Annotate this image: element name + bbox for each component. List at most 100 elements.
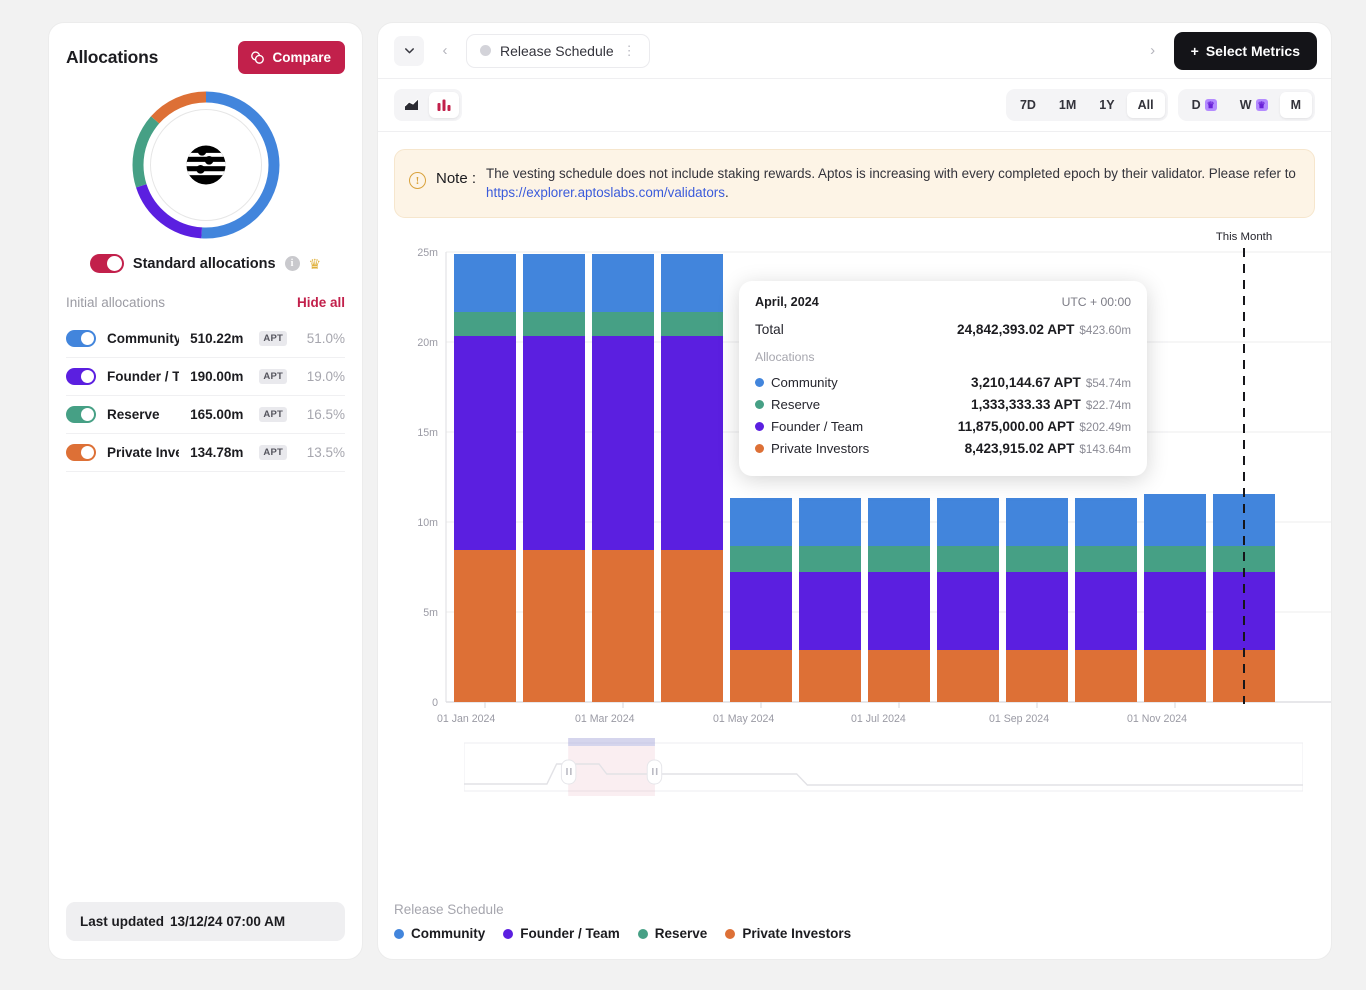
tooltip-usd: $22.74m bbox=[1086, 399, 1131, 412]
compare-button[interactable]: Compare bbox=[238, 41, 345, 74]
range-1y[interactable]: 1Y bbox=[1088, 92, 1125, 118]
bar-chart-icon[interactable] bbox=[429, 92, 459, 118]
bar-apr-2024 bbox=[661, 254, 723, 702]
chart-legend: Release Schedule Community Founder / Tea… bbox=[378, 896, 1331, 959]
legend-dot-founder bbox=[503, 929, 513, 939]
range-all[interactable]: All bbox=[1127, 92, 1165, 118]
note-text-before: The vesting schedule does not include st… bbox=[486, 166, 1296, 181]
timeline-range-slider[interactable] bbox=[464, 738, 1303, 796]
interval-w[interactable]: W ♛ bbox=[1229, 92, 1279, 118]
chart-canvas: 25m 20m 15m 10m 5m 0 bbox=[394, 218, 1315, 896]
standard-allocations-label: Standard allocations bbox=[133, 256, 276, 272]
legend-label: Private Investors bbox=[742, 926, 851, 941]
tooltip-total-row: Total 24,842,393.02 APT $423.60m bbox=[755, 322, 1131, 337]
tooltip-row-reserve: Reserve 1,333,333.33 APT $22.74m bbox=[755, 394, 1131, 416]
allocation-toggle-reserve[interactable] bbox=[66, 406, 96, 423]
bar-oct-2024 bbox=[1075, 498, 1137, 702]
tooltip-dot-reserve bbox=[755, 400, 764, 409]
note-text-after: . bbox=[725, 185, 729, 200]
chevron-right-icon[interactable]: › bbox=[1142, 38, 1164, 64]
interval-w-label: W bbox=[1240, 98, 1252, 112]
interval-d[interactable]: D ♛ bbox=[1181, 92, 1228, 118]
chevron-left-icon[interactable]: ‹ bbox=[434, 38, 456, 64]
chart-panel: ‹ Release Schedule ⋮ › + Select Metrics bbox=[377, 22, 1332, 960]
tooltip-total-label: Total bbox=[755, 322, 784, 337]
tooltip-allocations-label: Allocations bbox=[755, 350, 1131, 364]
area-chart-icon[interactable] bbox=[397, 92, 427, 118]
legend-item-private[interactable]: Private Investors bbox=[725, 926, 851, 941]
tooltip-total-usd: $423.60m bbox=[1079, 324, 1131, 337]
allocation-amount: 510.22m bbox=[190, 331, 243, 346]
page-title: Allocations bbox=[66, 47, 158, 68]
interval-m[interactable]: M bbox=[1280, 92, 1312, 118]
compare-label: Compare bbox=[272, 50, 331, 65]
allocation-toggle-private[interactable] bbox=[66, 444, 96, 461]
tab-release-schedule[interactable]: Release Schedule ⋮ bbox=[466, 34, 650, 68]
select-metrics-button[interactable]: + Select Metrics bbox=[1174, 32, 1317, 70]
legend-label: Reserve bbox=[655, 926, 708, 941]
tooltip-dot-community bbox=[755, 378, 764, 387]
legend-item-community[interactable]: Community bbox=[394, 926, 485, 941]
range-7d[interactable]: 7D bbox=[1009, 92, 1047, 118]
bar-feb-2024 bbox=[523, 254, 585, 702]
tooltip-name: Community bbox=[771, 375, 838, 390]
bar-jan-2024 bbox=[454, 254, 516, 702]
list-item[interactable]: Reserve 165.00m APT 16.5% bbox=[66, 396, 345, 434]
tab-status-dot bbox=[480, 45, 491, 56]
chart-toolbar: 7D 1M 1Y All D ♛ W ♛ M bbox=[378, 79, 1331, 132]
bar-nov-2024 bbox=[1144, 494, 1206, 702]
interval-selector: D ♛ W ♛ M bbox=[1178, 89, 1315, 121]
info-icon[interactable]: i bbox=[285, 256, 300, 271]
tooltip-value: 1,333,333.33 APT bbox=[971, 397, 1081, 412]
svg-text:10m: 10m bbox=[417, 517, 438, 529]
tab-label: Release Schedule bbox=[500, 43, 614, 59]
legend-dot-community bbox=[394, 929, 404, 939]
allocation-unit: APT bbox=[259, 331, 287, 346]
list-item[interactable]: Founder / Te... 190.00m APT 19.0% bbox=[66, 358, 345, 396]
x-tick-2: 01 May 2024 bbox=[713, 713, 774, 725]
tooltip-value: 8,423,915.02 APT bbox=[965, 441, 1075, 456]
compare-icon bbox=[250, 50, 265, 65]
list-item[interactable]: Community 510.22m APT 51.0% bbox=[66, 320, 345, 358]
allocation-toggle-founder[interactable] bbox=[66, 368, 96, 385]
bar-group-tall bbox=[454, 254, 723, 702]
list-item[interactable]: Private Inve... 134.78m APT 13.5% bbox=[66, 434, 345, 472]
chevron-down-icon[interactable] bbox=[394, 36, 424, 66]
legend-item-founder[interactable]: Founder / Team bbox=[503, 926, 620, 941]
allocation-toggle-community[interactable] bbox=[66, 330, 96, 347]
validators-link[interactable]: https://explorer.aptoslabs.com/validator… bbox=[486, 185, 725, 200]
standard-allocations-toggle[interactable] bbox=[90, 254, 124, 273]
hide-all-button[interactable]: Hide all bbox=[297, 295, 345, 310]
interval-d-label: D bbox=[1192, 98, 1201, 112]
x-tick-5: 01 Nov 2024 bbox=[1127, 713, 1187, 725]
tooltip-row-private: Private Investors 8,423,915.02 APT $143.… bbox=[755, 438, 1131, 460]
allocation-amount: 165.00m bbox=[190, 407, 243, 422]
chart-tooltip: April, 2024 UTC + 00:00 Total 24,842,393… bbox=[739, 281, 1147, 476]
bar-group-short bbox=[730, 494, 1275, 702]
x-tick-0: 01 Jan 2024 bbox=[437, 713, 495, 725]
aptos-logo bbox=[181, 140, 231, 190]
range-slider-svg[interactable] bbox=[464, 738, 1303, 796]
legend-item-reserve[interactable]: Reserve bbox=[638, 926, 708, 941]
alert-circle-icon: ! bbox=[409, 172, 426, 189]
tooltip-usd: $54.74m bbox=[1086, 377, 1131, 390]
allocation-unit: APT bbox=[259, 369, 287, 384]
tooltip-row-founder: Founder / Team 11,875,000.00 APT $202.49… bbox=[755, 416, 1131, 438]
note-text: The vesting schedule does not include st… bbox=[486, 164, 1298, 203]
last-updated-section: Last updated13/12/24 07:00 AM bbox=[49, 888, 362, 959]
chart-type-toggle bbox=[394, 89, 462, 121]
range-top-bar bbox=[568, 738, 655, 746]
crown-icon: ♛ bbox=[1256, 99, 1268, 111]
tooltip-name: Private Investors bbox=[771, 441, 869, 456]
legend-label: Founder / Team bbox=[520, 926, 620, 941]
crown-icon: ♛ bbox=[1205, 99, 1217, 111]
kebab-menu-icon[interactable]: ⋮ bbox=[623, 47, 637, 55]
tooltip-date: April, 2024 bbox=[755, 295, 819, 309]
legend-dot-private bbox=[725, 929, 735, 939]
allocation-name: Community bbox=[107, 331, 179, 346]
initial-allocations-label: Initial allocations bbox=[66, 295, 165, 310]
bar-jul-2024 bbox=[868, 498, 930, 702]
tooltip-usd: $202.49m bbox=[1079, 421, 1131, 434]
x-axis-labels: 01 Jan 2024 01 Mar 2024 01 May 2024 01 J… bbox=[394, 713, 1315, 733]
range-1m[interactable]: 1M bbox=[1048, 92, 1087, 118]
